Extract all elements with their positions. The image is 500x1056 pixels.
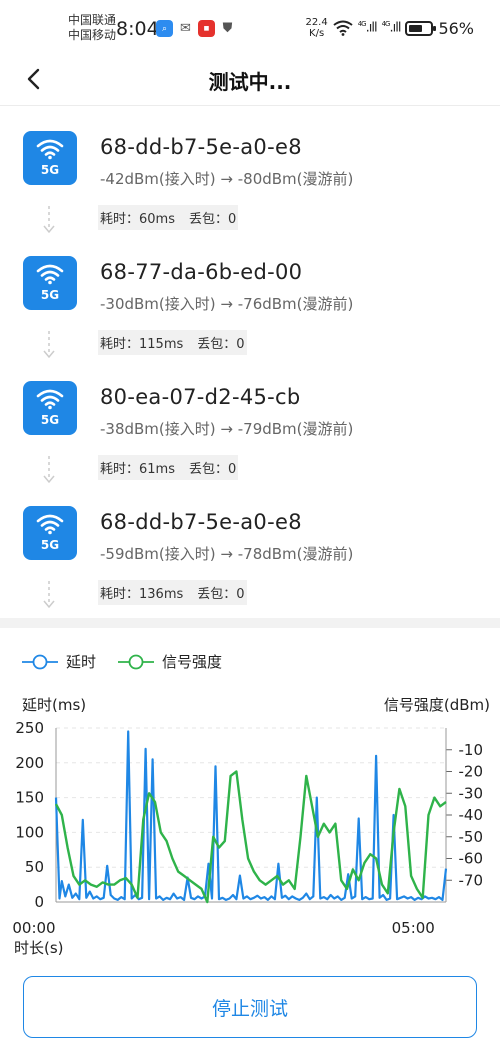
latency-series-line — [54, 730, 448, 901]
time-cost: 耗时：60ms — [100, 212, 175, 227]
band-label: 5G — [40, 288, 60, 302]
legend-signal-marker-icon — [118, 654, 155, 669]
right-axis-title: 信号强度(dBm) — [384, 696, 490, 714]
chevron-down-connector-icon — [43, 581, 55, 609]
y-right-tick-label: -70 — [459, 871, 484, 889]
y-right-tick-label: -60 — [459, 850, 484, 868]
y-left-tick-label: 0 — [34, 893, 44, 911]
ap-signal: -30dBm(接入时) → -76dBm(漫游前) — [100, 295, 354, 313]
cell-signal-2-icon: 4G.ıll — [381, 20, 402, 36]
header-bar: 测试中... — [0, 58, 500, 106]
y-left-tick-label: 50 — [25, 858, 44, 876]
notification-icons: ⌕ ✉ ■ ⛊ — [156, 20, 236, 37]
ap-list-item: 5G 80-ea-07-d2-45-cb -38dBm(接入时) → -79dB… — [0, 378, 500, 498]
y-left-tick-label: 200 — [15, 754, 44, 772]
ap-list-item: 5G 68-77-da-6b-ed-00 -30dBm(接入时) → -76dB… — [0, 253, 500, 373]
packet-loss: 丢包：0 — [197, 587, 245, 602]
packet-loss: 丢包：0 — [188, 462, 237, 477]
chart-legend: 延时 信号强度 — [22, 651, 244, 672]
battery-icon — [405, 20, 437, 36]
carrier-1: 中国联通 — [68, 13, 117, 27]
ap-metrics: 耗时：61ms 丢包：0 — [98, 455, 239, 480]
wechat-icon: ✉ — [177, 20, 194, 37]
net-speed: 22.4 K/s — [305, 17, 328, 39]
time-cost: 耗时：115ms — [100, 337, 184, 352]
battery-percent: 56% — [438, 18, 474, 38]
cell-signal-1-icon: 4G.ıll — [357, 20, 378, 36]
wifi-5g-icon: 5G — [23, 381, 77, 435]
app-badge-icon: ■ — [198, 20, 215, 37]
wifi-5g-icon: 5G — [23, 506, 77, 560]
ap-metrics: 耗时：136ms 丢包：0 — [98, 580, 247, 605]
ap-mac: 68-77-da-6b-ed-00 — [100, 260, 303, 284]
y-right-tick-label: -20 — [459, 763, 484, 781]
y-left-tick-label: 100 — [15, 823, 44, 841]
x-tick-label: 05:00 — [392, 919, 435, 937]
time-cost: 耗时：61ms — [100, 462, 175, 477]
x-tick-label: 00:00 — [12, 919, 55, 937]
stop-test-button[interactable]: 停止测试 — [23, 976, 477, 1038]
ap-mac: 80-ea-07-d2-45-cb — [100, 385, 301, 409]
signal-series-line — [54, 770, 447, 904]
chevron-down-connector-icon — [43, 456, 55, 484]
packet-loss: 丢包：0 — [197, 337, 245, 352]
section-divider — [0, 618, 500, 628]
packet-loss: 丢包：0 — [188, 212, 237, 227]
ap-signal: -59dBm(接入时) → -78dBm(漫游前) — [100, 545, 354, 563]
y-right-tick-label: -10 — [459, 741, 484, 759]
ap-list-item: 5G 68-dd-b7-5e-a0-e8 -42dBm(接入时) → -80dB… — [0, 128, 500, 248]
wifi-5g-icon: 5G — [23, 256, 77, 310]
ap-list-item: 5G 68-dd-b7-5e-a0-e8 -59dBm(接入时) → -78dB… — [0, 503, 500, 623]
y-left-tick-label: 150 — [15, 789, 44, 807]
time-cost: 耗时：136ms — [100, 587, 184, 602]
legend-signal-label: 信号强度 — [162, 653, 223, 671]
wifi-status-icon — [333, 20, 353, 36]
system-status: 22.4 K/s 4G.ıll 4G.ıll 56% — [305, 17, 474, 39]
latency-signal-chart: 延时(ms) 信号强度(dBm) 0 50 100 150 200 250 -10 -20 -30 -… — [0, 690, 500, 960]
status-bar: 中国联通 中国移动 8:04 ⌕ ✉ ■ ⛊ 22.4 K/s 4G.ıll 4… — [0, 0, 500, 58]
x-axis-title: 时长(s) — [14, 939, 64, 957]
carrier-2: 中国移动 — [68, 28, 117, 42]
ap-metrics: 耗时：60ms 丢包：0 — [98, 205, 239, 230]
wifi-5g-icon: 5G — [23, 131, 77, 185]
left-axis-title: 延时(ms) — [22, 696, 86, 714]
y-right-tick-label: -50 — [459, 828, 484, 846]
ap-metrics: 耗时：115ms 丢包：0 — [98, 330, 247, 355]
ap-mac: 68-dd-b7-5e-a0-e8 — [100, 135, 302, 159]
page-title: 测试中... — [208, 70, 292, 94]
legend-latency-label: 延时 — [66, 653, 97, 671]
chart-svg: 延时(ms) 信号强度(dBm) 0 50 100 150 200 250 -10 -20 -30 -… — [12, 696, 490, 957]
search-app-icon: ⌕ — [156, 20, 173, 37]
shield-icon: ⛊ — [219, 20, 236, 37]
band-label: 5G — [40, 538, 60, 552]
clock: 8:04 — [116, 18, 159, 40]
ap-mac: 68-dd-b7-5e-a0-e8 — [100, 510, 302, 534]
y-left-tick-label: 250 — [15, 719, 44, 737]
legend-latency[interactable]: 延时 — [22, 651, 96, 672]
y-right-tick-label: -30 — [459, 784, 484, 802]
legend-latency-marker-icon — [22, 654, 58, 669]
y-right-tick-label: -40 — [459, 806, 484, 824]
ap-signal: -42dBm(接入时) → -80dBm(漫游前) — [100, 170, 354, 188]
legend-signal[interactable]: 信号强度 — [118, 651, 222, 672]
band-label: 5G — [40, 163, 60, 177]
chevron-down-connector-icon — [43, 206, 55, 234]
band-label: 5G — [40, 413, 60, 427]
chevron-down-connector-icon — [43, 331, 55, 359]
carrier-labels: 中国联通 中国移动 — [68, 13, 116, 43]
ap-signal: -38dBm(接入时) → -79dBm(漫游前) — [100, 420, 354, 438]
